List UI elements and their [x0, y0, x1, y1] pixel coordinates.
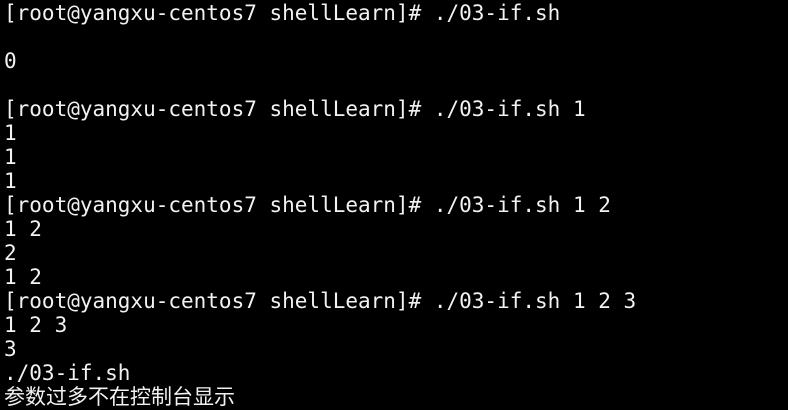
prompt-line: [root@yangxu-centos7 shellLearn]# ./03-i… [4, 1, 561, 25]
output-line: 1 2 [4, 265, 42, 289]
prompt-line: [root@yangxu-centos7 shellLearn]# ./03-i… [4, 289, 637, 313]
output-line: ./03-if.sh [4, 361, 131, 385]
output-line: 3 [4, 337, 17, 361]
output-line: 2 [4, 241, 17, 265]
output-line: 1 [4, 169, 17, 193]
prompt-line: [root@yangxu-centos7 shellLearn]# ./03-i… [4, 193, 611, 217]
prompt-line: [root@yangxu-centos7 shellLearn]# ./03-i… [4, 97, 586, 121]
output-line: 参数过多不在控制台显示 [4, 385, 235, 409]
output-line: 1 2 3 [4, 313, 68, 337]
output-line: 1 [4, 145, 17, 169]
output-line: 0 [4, 49, 17, 73]
output-line: 1 [4, 121, 17, 145]
terminal-window[interactable]: [root@yangxu-centos7 shellLearn]# ./03-i… [0, 0, 788, 410]
output-line: 1 2 [4, 217, 42, 241]
